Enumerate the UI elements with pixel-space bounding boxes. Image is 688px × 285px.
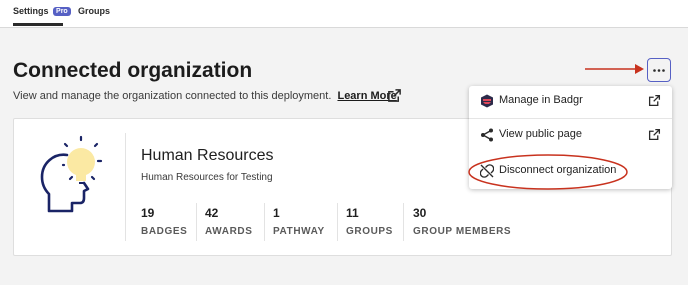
tab-settings-label: Settings <box>13 6 49 16</box>
pro-badge: Pro <box>53 7 71 16</box>
external-link-icon <box>648 94 661 107</box>
human-resources-idea-icon <box>40 135 103 213</box>
tab-bar: Settings Pro Groups <box>0 0 688 28</box>
menu-item-view-public-page[interactable]: View public page <box>469 120 672 152</box>
org-name: Human Resources <box>141 147 274 164</box>
menu-item-manage-in-badgr[interactable]: Manage in Badgr <box>469 86 672 118</box>
tab-groups[interactable]: Groups <box>78 6 110 16</box>
more-dots-icon <box>653 69 665 72</box>
stat-badges: 19 BADGES <box>141 206 187 237</box>
stat-group-members: 30 GROUP MEMBERS <box>413 206 511 237</box>
stat-divider <box>196 203 197 241</box>
annotation-ellipse <box>468 154 628 190</box>
active-tab-indicator <box>13 23 63 26</box>
more-options-button[interactable] <box>647 58 671 82</box>
card-divider <box>125 133 126 241</box>
badgr-logo-icon <box>481 94 493 108</box>
stat-awards: 42 AWARDS <box>205 206 253 237</box>
stat-groups: 11 GROUPS <box>346 206 393 237</box>
stat-value: 42 <box>205 206 219 220</box>
stat-pathway: 1 PATHWAY <box>273 206 325 237</box>
org-description: Human Resources for Testing <box>141 172 273 183</box>
stat-value: 11 <box>346 206 359 220</box>
stat-divider <box>337 203 338 241</box>
external-link-icon <box>648 128 661 141</box>
stat-label: GROUPS <box>346 226 393 237</box>
tab-settings[interactable]: Settings Pro <box>13 6 71 16</box>
page-subtitle-text: View and manage the organization connect… <box>13 90 332 102</box>
stat-label: GROUP MEMBERS <box>413 226 512 237</box>
stat-divider <box>403 203 404 241</box>
page-subtitle: View and manage the organization connect… <box>13 90 397 102</box>
stat-label: AWARDS <box>205 226 253 237</box>
menu-item-label: Manage in Badgr <box>499 94 583 106</box>
page-title: Connected organization <box>13 59 253 82</box>
stat-divider <box>264 203 265 241</box>
stat-value: 30 <box>413 206 427 220</box>
stat-label: PATHWAY <box>273 226 325 237</box>
stat-value: 1 <box>273 206 280 220</box>
annotation-arrow <box>585 64 644 74</box>
stat-label: BADGES <box>141 226 188 237</box>
external-link-icon[interactable] <box>387 88 402 103</box>
share-icon <box>481 128 493 142</box>
menu-item-label: View public page <box>499 128 582 140</box>
stat-value: 19 <box>141 206 155 220</box>
menu-divider <box>469 118 672 119</box>
